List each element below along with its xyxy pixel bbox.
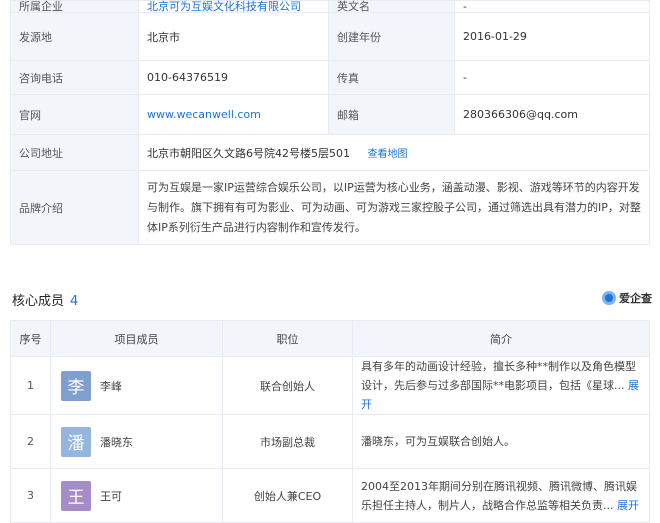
member-cell: 李 李峰	[50, 356, 223, 415]
member-role: 创始人兼CEO	[222, 468, 353, 523]
member-name[interactable]: 潘晓东	[100, 434, 133, 450]
avatar: 李	[61, 370, 91, 401]
col-header-role: 职位	[222, 320, 353, 357]
member-bio: 具有多年的动画设计经验，擅长多种**制作以及角色模型设计，先后参与过多部国际**…	[352, 356, 650, 415]
member-name[interactable]: 李峰	[100, 378, 122, 394]
member-count: 4	[70, 294, 79, 309]
bio-text: 2004至2013年期间分别在腾讯视频、腾讯微博、腾讯娱乐担任主持人，制片人，战…	[361, 479, 637, 512]
bio-text: 具有多年的动画设计经验，擅长多种**制作以及角色模型设计，先后参与过多部国际**…	[361, 360, 636, 392]
company-name-link[interactable]: 北京可为互娱文化科技有限公司	[138, 0, 329, 13]
info-value: -	[454, 0, 650, 13]
info-label: 官网	[10, 94, 139, 135]
info-label: 英文名	[328, 0, 455, 13]
website-link[interactable]: www.wecanwell.com	[138, 94, 329, 135]
bio-text: 潘晓东，可为互娱联合创始人。	[361, 435, 515, 448]
table-header-row: 序号 项目成员 职位 简介	[10, 320, 650, 357]
member-bio: 潘晓东，可为互娱联合创始人。	[352, 414, 650, 469]
brand-intro-text: 可为互娱是一家IP运营综合娱乐公司，以IP运营为核心业务，涵盖动漫、影视、游戏等…	[138, 170, 650, 245]
member-bio: 2004至2013年期间分别在腾讯视频、腾讯微博、腾讯娱乐担任主持人，制片人，战…	[352, 468, 650, 523]
section-title: 核心成员 4	[12, 290, 78, 309]
col-header-member: 项目成员	[50, 320, 223, 357]
member-role: 联合创始人	[222, 356, 353, 415]
table-row: 3 王 王可 创始人兼CEO 2004至2013年期间分别在腾讯视频、腾讯微博、…	[10, 468, 650, 523]
members-table: 序号 项目成员 职位 简介 1 李 李峰 联合创始人 具有多年的动画设计经验，擅…	[10, 320, 650, 523]
member-name[interactable]: 王可	[100, 488, 122, 504]
row-index: 1	[10, 356, 51, 415]
view-map-link[interactable]: 查看地图	[368, 149, 408, 160]
email-value: 280366306@qq.com	[454, 94, 650, 135]
table-row: 2 潘 潘晓东 市场副总裁 潘晓东，可为互娱联合创始人。	[10, 414, 650, 469]
aiqicha-logo-icon	[602, 291, 616, 305]
info-value: 010-64376519	[138, 60, 329, 95]
address-value: 北京市朝阳区久文路6号院42号楼5层501	[147, 146, 350, 160]
avatar: 潘	[61, 426, 91, 457]
info-label: 发源地	[10, 12, 139, 61]
info-label: 创建年份	[328, 12, 455, 61]
info-label: 邮箱	[328, 94, 455, 135]
aiqicha-logo-text: 爱企查	[619, 292, 652, 305]
expand-link[interactable]: 展开	[617, 499, 639, 512]
info-value: 北京市	[138, 12, 329, 61]
address-cell: 北京市朝阳区久文路6号院42号楼5层501 查看地图	[138, 134, 650, 171]
info-label: 咨询电话	[10, 60, 139, 95]
info-value: -	[454, 60, 650, 95]
company-info-table: 所属企业 北京可为互娱文化科技有限公司 英文名 - 发源地 北京市 创建年份 2…	[10, 0, 650, 245]
info-label: 传真	[328, 60, 455, 95]
member-role: 市场副总裁	[222, 414, 353, 469]
member-cell: 潘 潘晓东	[50, 414, 223, 469]
info-label: 所属企业	[10, 0, 139, 13]
row-index: 2	[10, 414, 51, 469]
info-label: 公司地址	[10, 134, 139, 171]
col-header-index: 序号	[10, 320, 51, 357]
info-label: 品牌介绍	[10, 170, 139, 245]
info-value: 2016-01-29	[454, 12, 650, 61]
row-index: 3	[10, 468, 51, 523]
section-title-text: 核心成员	[12, 294, 65, 309]
member-cell: 王 王可	[50, 468, 223, 523]
table-row: 1 李 李峰 联合创始人 具有多年的动画设计经验，擅长多种**制作以及角色模型设…	[10, 356, 650, 415]
col-header-bio: 简介	[352, 320, 650, 357]
avatar: 王	[61, 480, 91, 511]
aiqicha-logo: 爱企查	[602, 290, 652, 306]
